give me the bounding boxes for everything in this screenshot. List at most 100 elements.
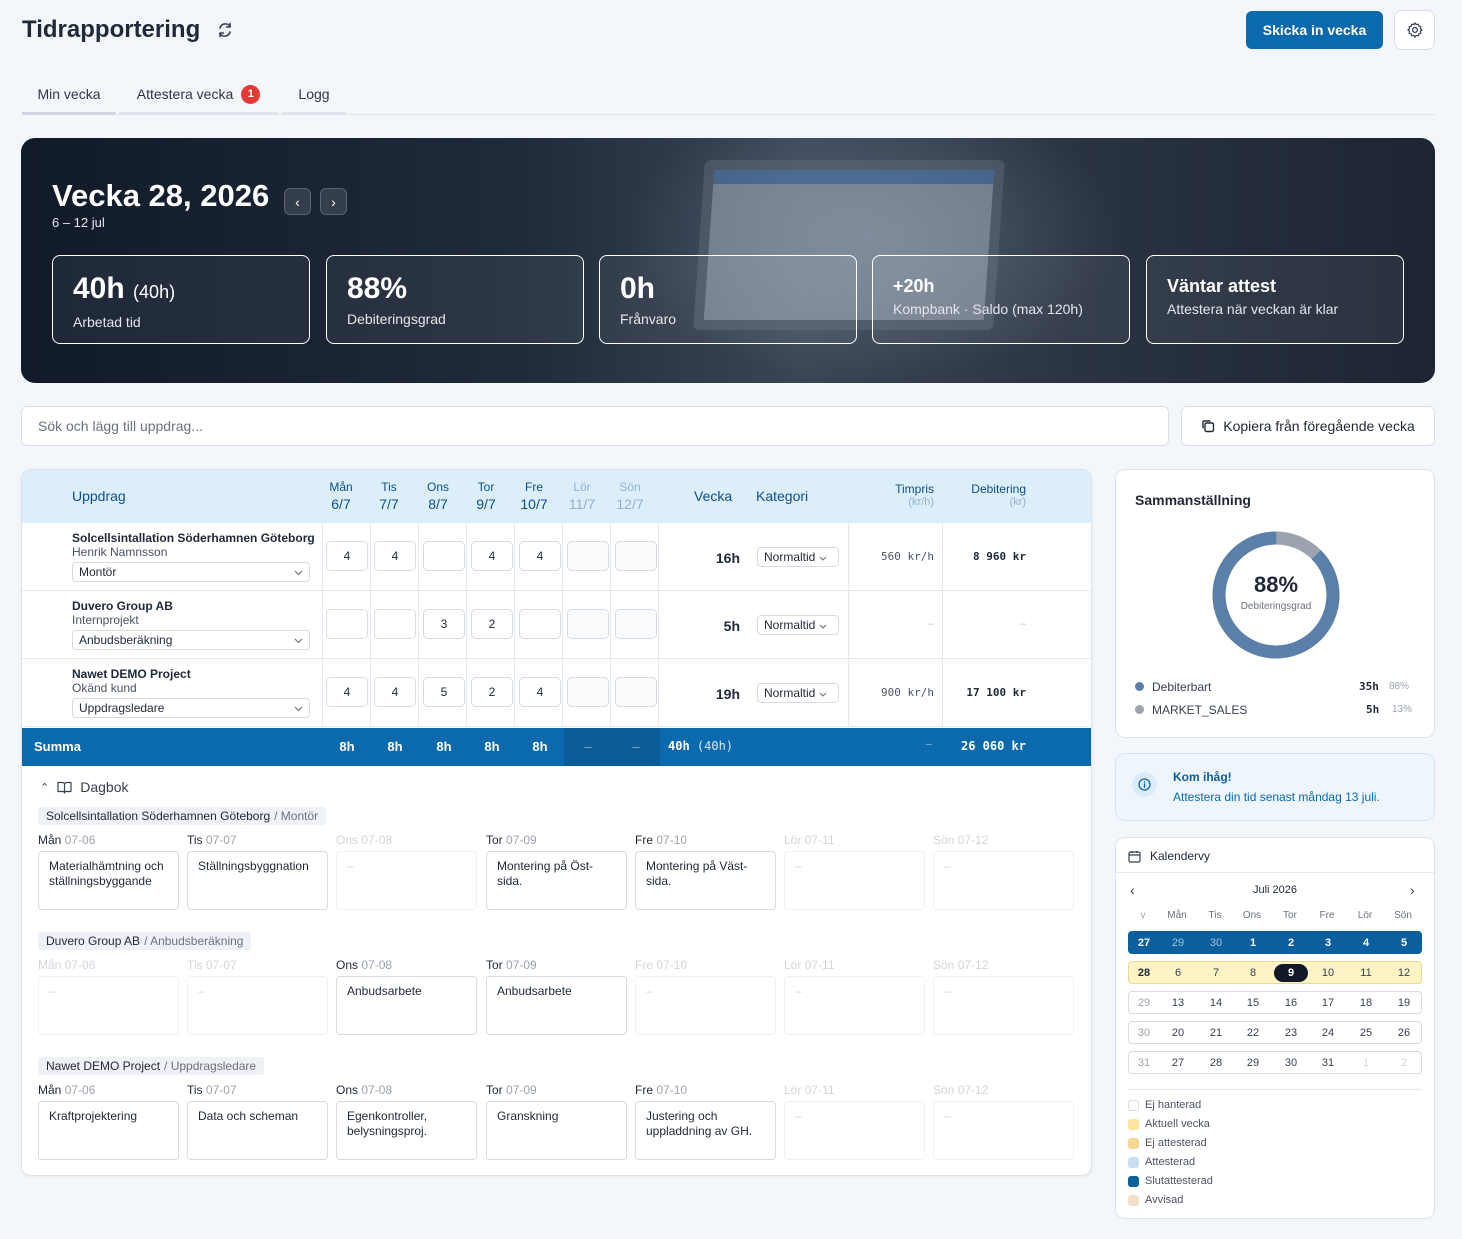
calendar-day[interactable]: 2 (1389, 1057, 1419, 1069)
calendar-week-row[interactable]: 29 13 14 15 16 17 18 19 (1128, 991, 1422, 1014)
calendar-day[interactable]: 23 (1276, 1027, 1306, 1039)
calendar-week-row[interactable]: 31 27 28 29 30 31 1 2 (1128, 1051, 1422, 1074)
hour-input[interactable]: 4 (326, 677, 368, 707)
diary-entry[interactable]: – (933, 1101, 1074, 1160)
hour-input[interactable] (567, 609, 609, 639)
diary-entry[interactable]: Montering på Öst-sida. (486, 851, 627, 910)
calendar-day[interactable]: 8 (1238, 967, 1268, 979)
calendar-day[interactable]: 11 (1351, 967, 1381, 979)
diary-entry[interactable]: Ställningsbyggnation (187, 851, 328, 910)
tab-attestera-vecka[interactable]: Attestera vecka 1 (119, 76, 278, 115)
calendar-day[interactable]: 20 (1163, 1027, 1193, 1039)
settings-button[interactable] (1394, 10, 1435, 50)
calendar-day[interactable]: 10 (1313, 967, 1343, 979)
category-select[interactable]: Normaltid (757, 547, 839, 567)
calendar-day[interactable]: 1 (1351, 1057, 1381, 1069)
calendar-day[interactable]: 6 (1163, 967, 1193, 979)
hour-input[interactable] (423, 541, 465, 571)
hour-input[interactable]: 2 (471, 609, 513, 639)
diary-entry[interactable]: – (784, 851, 925, 910)
calendar-day[interactable]: 19 (1389, 997, 1419, 1009)
calendar-day[interactable]: 9 (1274, 964, 1308, 982)
submit-week-button[interactable]: Skicka in vecka (1246, 11, 1383, 49)
calendar-day[interactable]: 5 (1389, 937, 1419, 949)
calendar-day[interactable]: 15 (1238, 997, 1268, 1009)
calendar-day[interactable]: 27 (1163, 1057, 1193, 1069)
diary-entry[interactable]: – (933, 851, 1074, 910)
calendar-day[interactable]: 22 (1238, 1027, 1268, 1039)
hour-input[interactable] (519, 609, 561, 639)
diary-entry[interactable]: Granskning (486, 1101, 627, 1160)
calendar-day[interactable]: 26 (1389, 1027, 1419, 1039)
hour-input[interactable]: 4 (519, 541, 561, 571)
diary-entry[interactable]: Montering på Väst-sida. (635, 851, 776, 910)
calendar-day[interactable]: 7 (1201, 967, 1231, 979)
diary-entry[interactable]: – (784, 1101, 925, 1160)
calendar-day[interactable]: 14 (1201, 997, 1231, 1009)
calendar-day[interactable]: 16 (1276, 997, 1306, 1009)
diary-entry[interactable]: Anbudsarbete (336, 976, 477, 1035)
hour-input[interactable]: 4 (326, 541, 368, 571)
hour-input[interactable]: 5 (423, 677, 465, 707)
calendar-day[interactable]: 25 (1351, 1027, 1381, 1039)
calendar-day[interactable]: 29 (1163, 937, 1193, 949)
hour-input[interactable]: 4 (471, 541, 513, 571)
calendar-day[interactable]: 18 (1351, 997, 1381, 1009)
hour-input[interactable] (615, 609, 657, 639)
calendar-day[interactable]: 1 (1238, 937, 1268, 949)
diary-entry[interactable]: – (784, 976, 925, 1035)
calendar-day[interactable]: 24 (1313, 1027, 1343, 1039)
hour-input[interactable] (567, 677, 609, 707)
calendar-week-row[interactable]: 27 29 30 1 2 3 4 5 (1128, 931, 1422, 954)
diary-entry[interactable]: Kraftprojektering (38, 1101, 179, 1160)
hour-input[interactable] (615, 541, 657, 571)
hour-input[interactable] (374, 609, 416, 639)
calendar-day[interactable]: 12 (1389, 967, 1419, 979)
diary-entry[interactable]: – (187, 976, 328, 1035)
category-select[interactable]: Normaltid (757, 683, 839, 703)
prev-week-button[interactable]: ‹ (284, 188, 311, 215)
calendar-day[interactable]: 28 (1201, 1057, 1231, 1069)
calendar-day[interactable]: 4 (1351, 937, 1381, 949)
hour-input[interactable]: 4 (374, 677, 416, 707)
refresh-icon[interactable] (216, 21, 234, 39)
next-week-button[interactable]: › (320, 188, 347, 215)
diary-toggle[interactable]: ⌃ Dagbok (40, 779, 128, 795)
hour-input[interactable]: 2 (471, 677, 513, 707)
hour-input[interactable] (567, 541, 609, 571)
role-select[interactable]: Anbudsberäkning (72, 630, 310, 650)
calendar-day[interactable]: 21 (1201, 1027, 1231, 1039)
diary-entry[interactable]: Data och scheman (187, 1101, 328, 1160)
diary-entry[interactable]: – (933, 976, 1074, 1035)
role-select[interactable]: Uppdragsledare (72, 698, 310, 718)
calendar-day[interactable]: 17 (1313, 997, 1343, 1009)
diary-entry[interactable]: Materialhämtning och ställningsbyggande (38, 851, 179, 910)
diary-entry[interactable]: – (336, 851, 477, 910)
diary-entry[interactable]: Egenkontroller, belysningsproj. (336, 1101, 477, 1160)
hour-input[interactable]: 3 (423, 609, 465, 639)
calendar-next-button[interactable]: › (1410, 882, 1415, 898)
calendar-day[interactable]: 31 (1313, 1057, 1343, 1069)
hour-input[interactable] (326, 609, 368, 639)
category-select[interactable]: Normaltid (757, 615, 839, 635)
hour-input[interactable] (615, 677, 657, 707)
calendar-day[interactable]: 30 (1201, 937, 1231, 949)
copy-previous-week-button[interactable]: Kopiera från föregående vecka (1181, 406, 1435, 446)
diary-entry[interactable]: – (38, 976, 179, 1035)
hour-input[interactable]: 4 (374, 541, 416, 571)
diary-entry[interactable]: Anbudsarbete (486, 976, 627, 1035)
calendar-week-row[interactable]: 30 20 21 22 23 24 25 26 (1128, 1021, 1422, 1044)
calendar-day[interactable]: 3 (1313, 937, 1343, 949)
diary-entry[interactable]: Justering och uppladdning av GH. (635, 1101, 776, 1160)
diary-entry[interactable]: – (635, 976, 776, 1035)
tab-logg[interactable]: Logg (282, 76, 346, 115)
calendar-prev-button[interactable]: ‹ (1130, 882, 1135, 898)
calendar-day[interactable]: 30 (1276, 1057, 1306, 1069)
search-input[interactable]: Sök och lägg till uppdrag... (21, 406, 1169, 446)
calendar-day[interactable]: 13 (1163, 997, 1193, 1009)
hour-input[interactable]: 4 (519, 677, 561, 707)
calendar-day[interactable]: 29 (1238, 1057, 1268, 1069)
tab-min-vecka[interactable]: Min vecka (22, 76, 116, 115)
role-select[interactable]: Montör (72, 562, 310, 582)
calendar-day[interactable]: 2 (1276, 937, 1306, 949)
